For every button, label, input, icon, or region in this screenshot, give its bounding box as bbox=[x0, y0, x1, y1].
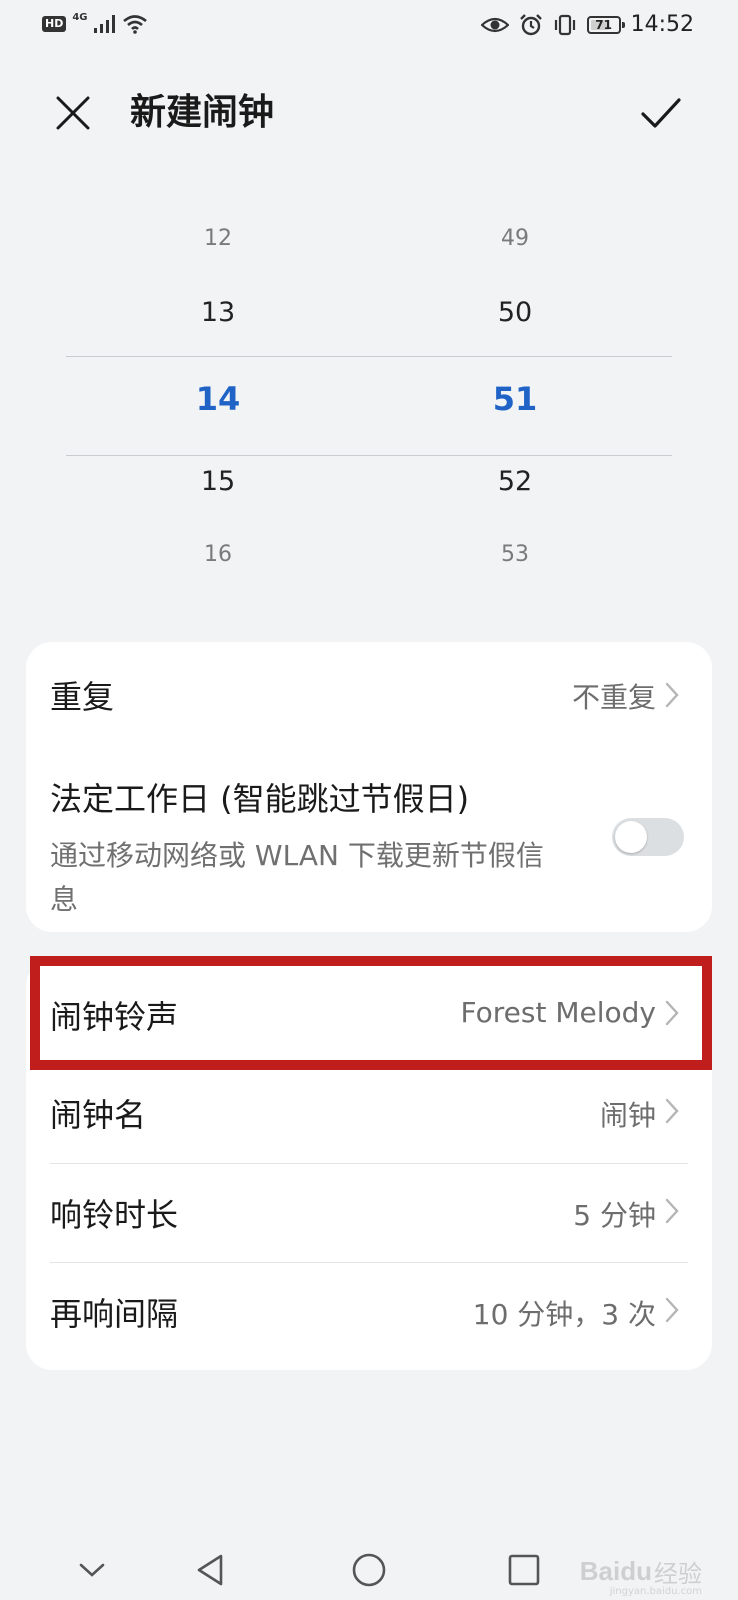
chevron-right-icon bbox=[665, 682, 679, 708]
hour-option[interactable]: 16 bbox=[118, 542, 318, 567]
hd-badge: HD bbox=[42, 16, 67, 32]
status-right: 71 14:52 bbox=[480, 12, 694, 37]
workday-label: 法定工作日 (智能跳过节假日) bbox=[50, 780, 470, 818]
baidu-watermark: Baidu 经验 bbox=[580, 1554, 702, 1589]
minute-option[interactable]: 50 bbox=[415, 297, 615, 328]
close-button[interactable] bbox=[48, 88, 98, 138]
minute-option[interactable]: 53 bbox=[415, 542, 615, 567]
ring-duration-value: 5 分钟 bbox=[573, 1199, 656, 1232]
hour-option[interactable]: 13 bbox=[118, 297, 318, 328]
watermark-brand: Baidu bbox=[579, 1556, 652, 1586]
hour-option[interactable]: 15 bbox=[118, 466, 318, 497]
workday-description: 通过移动网络或 WLAN 下载更新节假信息 bbox=[50, 839, 544, 916]
selected-hour[interactable]: 14 bbox=[118, 380, 318, 418]
workday-row[interactable]: 法定工作日 (智能跳过节假日) 通过移动网络或 WLAN 下载更新节假信息 bbox=[26, 748, 712, 932]
nav-back-button[interactable] bbox=[180, 1540, 240, 1600]
confirm-button[interactable] bbox=[634, 88, 688, 138]
ringtone-value: Forest Melody bbox=[460, 996, 656, 1029]
alarm-settings-card: 闹钟铃声 Forest Melody 闹钟名 闹钟 响铃时长 5 分钟 再响间隔… bbox=[26, 960, 712, 1370]
hour-option[interactable]: 12 bbox=[118, 226, 318, 251]
battery-tip bbox=[621, 21, 625, 28]
repeat-label: 重复 bbox=[50, 678, 115, 716]
repeat-row[interactable]: 重复 不重复 bbox=[26, 642, 712, 748]
selected-minute[interactable]: 51 bbox=[415, 380, 615, 418]
snooze-interval-label: 再响间隔 bbox=[50, 1295, 179, 1333]
status-left: HD 4G bbox=[42, 11, 148, 34]
vibrate-icon bbox=[554, 14, 575, 35]
picker-divider-bottom bbox=[66, 455, 672, 456]
chevron-right-icon bbox=[665, 1198, 679, 1224]
minute-option[interactable]: 52 bbox=[415, 466, 615, 497]
watermark-url: jingyan.baidu.com bbox=[609, 1586, 702, 1597]
recents-square-icon bbox=[508, 1554, 540, 1586]
home-circle-icon bbox=[352, 1553, 386, 1587]
page-title: 新建闹钟 bbox=[130, 92, 275, 133]
chevron-down-icon bbox=[79, 1563, 105, 1577]
nav-home-button[interactable] bbox=[339, 1540, 399, 1600]
alarm-name-row[interactable]: 闹钟名 闹钟 bbox=[26, 1060, 712, 1160]
back-triangle-icon bbox=[197, 1554, 223, 1586]
workday-toggle[interactable] bbox=[612, 818, 684, 856]
battery-level: 71 bbox=[595, 17, 612, 32]
alarm-name-value: 闹钟 bbox=[599, 1099, 656, 1132]
network-type: 4G bbox=[72, 11, 88, 23]
repeat-settings-card: 重复 不重复 法定工作日 (智能跳过节假日) 通过移动网络或 WLAN 下载更新… bbox=[26, 642, 712, 932]
toggle-knob bbox=[615, 821, 647, 853]
picker-divider-top bbox=[66, 356, 672, 357]
repeat-value: 不重复 bbox=[571, 681, 656, 714]
watermark-suffix: 经验 bbox=[654, 1560, 702, 1588]
signal-icon bbox=[93, 15, 115, 33]
ring-duration-row[interactable]: 响铃时长 5 分钟 bbox=[26, 1164, 712, 1262]
wifi-icon bbox=[122, 15, 147, 34]
chevron-right-icon bbox=[665, 1098, 679, 1124]
snooze-interval-row[interactable]: 再响间隔 10 分钟，3 次 bbox=[26, 1263, 712, 1363]
snooze-interval-value: 10 分钟，3 次 bbox=[472, 1298, 656, 1331]
ring-duration-label: 响铃时长 bbox=[50, 1196, 179, 1234]
minute-option[interactable]: 49 bbox=[415, 226, 615, 251]
nav-collapse-button[interactable] bbox=[62, 1540, 122, 1600]
status-bar: HD 4G 71 14:52 bbox=[0, 0, 738, 56]
status-time: 14:52 bbox=[630, 12, 694, 37]
ringtone-row[interactable]: 闹钟铃声 Forest Melody bbox=[26, 960, 712, 1060]
eye-icon bbox=[480, 17, 509, 32]
alarm-name-label: 闹钟名 bbox=[50, 1096, 147, 1134]
chevron-right-icon bbox=[665, 1000, 679, 1026]
nav-recents-button[interactable] bbox=[494, 1540, 554, 1600]
check-icon bbox=[641, 98, 681, 128]
ringtone-label: 闹钟铃声 bbox=[50, 998, 179, 1036]
chevron-right-icon bbox=[665, 1297, 679, 1323]
alarm-icon bbox=[519, 13, 542, 35]
close-icon bbox=[56, 96, 90, 130]
battery-indicator: 71 bbox=[586, 15, 625, 34]
